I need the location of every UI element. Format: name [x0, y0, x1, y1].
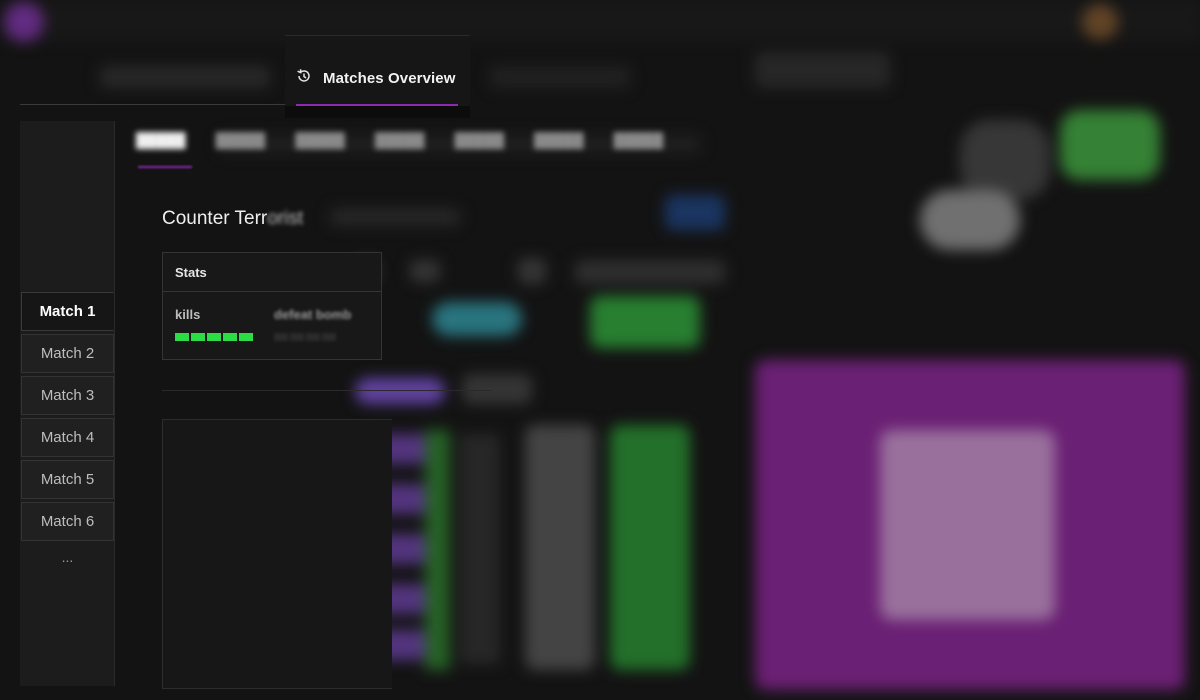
sidebar-item-match-5[interactable]: Match 5: [21, 460, 114, 499]
section-divider: [162, 390, 492, 391]
kill-pip: [207, 333, 221, 341]
match-sidebar: Match 1 Match 2 Match 3 Match 4 Match 5 …: [20, 121, 115, 686]
sidebar-item-match-4[interactable]: Match 4: [21, 418, 114, 457]
kill-pip: [239, 333, 253, 341]
round-tabs: █████ █████ █████ █████ █████ █████ ████…: [136, 132, 663, 148]
round-tab-indicator: [138, 166, 192, 168]
kills-stat: kills: [175, 307, 253, 341]
defeat-bomb-pips: [274, 333, 351, 341]
kills-label: kills: [175, 307, 201, 322]
stats-header: Stats: [163, 253, 381, 292]
tab-round-2[interactable]: █████: [216, 132, 266, 148]
tab-matches-overview[interactable]: Matches Overview: [285, 35, 470, 118]
detail-panel: [162, 419, 392, 689]
defeat-bomb-label: defeat bomb: [274, 307, 352, 322]
team-title: Counter Terrorist: [162, 208, 304, 229]
kill-pip: [223, 333, 237, 341]
tab-round-7[interactable]: █████: [614, 132, 664, 148]
sidebar-item-match-1[interactable]: Match 1: [21, 292, 114, 331]
sidebar-item-match-6[interactable]: Match 6: [21, 502, 114, 541]
kill-pip: [191, 333, 205, 341]
kills-pips: [175, 333, 253, 341]
tab-round-6[interactable]: █████: [534, 132, 584, 148]
tab-round-3[interactable]: █████: [295, 132, 345, 148]
tab-round-1[interactable]: █████: [136, 132, 186, 148]
stats-card: Stats kills defeat bomb: [162, 252, 382, 360]
tab-round-4[interactable]: █████: [375, 132, 425, 148]
app-window: Matches Overview █████ █████ █████ █████…: [0, 0, 1200, 700]
more-matches-indicator[interactable]: ...: [20, 549, 115, 565]
defeat-bomb-stat: defeat bomb: [274, 307, 351, 341]
history-clock-icon: [295, 67, 313, 90]
tab-label: Matches Overview: [323, 69, 456, 87]
tab-round-5[interactable]: █████: [454, 132, 504, 148]
sidebar-item-match-2[interactable]: Match 2: [21, 334, 114, 373]
kill-pip: [175, 333, 189, 341]
sidebar-item-match-3[interactable]: Match 3: [21, 376, 114, 415]
